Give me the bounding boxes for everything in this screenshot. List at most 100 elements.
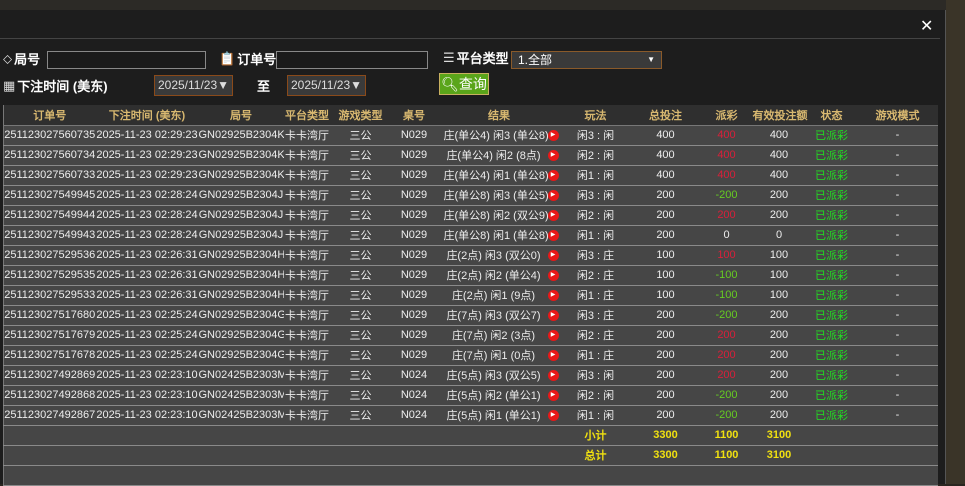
play-replay-icon[interactable]: ▶: [547, 189, 559, 201]
cell-bet-time: 2025-11-23 02:28:24: [95, 185, 199, 206]
cell-order-no: 251123027529536: [3, 245, 96, 266]
cell-order-no: 251123027517679: [3, 325, 96, 346]
platform-select[interactable]: 1.全部 ▼: [511, 51, 662, 69]
cell-total-bet: 200: [630, 185, 701, 206]
cell-bet-time: 2025-11-23 02:26:31: [95, 265, 199, 286]
list-icon: ☰: [443, 49, 455, 65]
cell-game-mode: -: [857, 345, 938, 366]
cell-round-no: GN02925B2304H: [198, 285, 284, 306]
background-game: [946, 0, 965, 484]
table-row: 251123027549943 2025-11-23 02:28:24 GN0292…: [3, 225, 938, 246]
cell-payout: 200: [700, 345, 753, 366]
cell-game-mode: -: [857, 185, 938, 206]
play-replay-icon[interactable]: ▶: [547, 369, 559, 381]
cell-result: 庄(单公8) 闲2 (双公9) ▶: [437, 205, 561, 226]
cell-bet-type: 闲1 : 庄: [560, 285, 631, 306]
empty-cell: [198, 425, 284, 446]
cell-total-bet: 200: [630, 325, 701, 346]
cell-result: 庄(5点) 闲1 (单公1) ▶: [437, 405, 561, 426]
cell-status: 已派彩: [805, 185, 858, 206]
order-input[interactable]: [276, 51, 428, 69]
cell-platform: 卡卡湾厅: [283, 165, 331, 186]
cell-table-no: N029: [390, 285, 438, 306]
cell-payout: 0: [700, 225, 753, 246]
cell-round-no: GN02925B2304K: [198, 145, 284, 166]
result-text: 庄(7点) 闲1 (0点): [451, 350, 536, 362]
cell-table-no: N029: [390, 305, 438, 326]
play-replay-icon[interactable]: ▶: [547, 249, 559, 261]
play-replay-icon[interactable]: ▶: [547, 329, 559, 341]
close-icon[interactable]: ✕: [920, 16, 933, 36]
cell-valid-bet: 100: [752, 285, 806, 306]
cell-platform: 卡卡湾厅: [283, 205, 331, 226]
play-replay-icon[interactable]: ▶: [547, 229, 559, 241]
table-row: 251123027529536 2025-11-23 02:26:31 GN0292…: [3, 245, 938, 266]
empty-cell: [630, 465, 701, 486]
cell-total-bet: 400: [630, 125, 701, 146]
play-replay-icon[interactable]: ▶: [547, 209, 559, 221]
empty-cell: [330, 425, 391, 446]
platform-label-text: 平台类型: [456, 51, 509, 66]
cell-game-type: 三公: [330, 385, 391, 406]
empty-cell: [95, 445, 199, 466]
play-replay-icon[interactable]: ▶: [547, 389, 559, 401]
header-valid-bet: 有效投注额: [752, 105, 808, 126]
cell-payout: -100: [700, 265, 753, 286]
cell-order-no: 251123027549944: [3, 205, 96, 226]
round-input[interactable]: [47, 51, 206, 69]
cell-round-no: GN02925B2304G: [198, 305, 284, 326]
date-to-picker[interactable]: 2025/11/23▼: [287, 75, 366, 96]
table-row: 251123027560734 2025-11-23 02:29:23 GN0292…: [3, 145, 938, 166]
play-replay-icon[interactable]: ▶: [547, 129, 559, 141]
header-order-no: 订单号: [3, 105, 96, 126]
header-bet-type: 玩法: [560, 105, 631, 126]
play-replay-icon[interactable]: ▶: [547, 349, 559, 361]
cell-valid-bet: 100: [752, 245, 806, 266]
cell-round-no: GN02925B2304H: [198, 245, 284, 266]
cell-bet-type: 闲3 : 闲: [560, 185, 631, 206]
cell-payout: 400: [700, 165, 753, 186]
empty-cell: [3, 425, 96, 446]
cell-total-bet: 200: [630, 365, 701, 386]
play-replay-icon[interactable]: ▶: [547, 149, 559, 161]
empty-cell: [752, 465, 806, 486]
cell-table-no: N029: [390, 345, 438, 366]
play-replay-icon[interactable]: ▶: [547, 289, 559, 301]
result-text: 庄(单公8) 闲3 (单公5): [443, 190, 549, 202]
cell-bet-time: 2025-11-23 02:23:10: [95, 365, 199, 386]
cell-order-no: 251123027492869: [3, 365, 96, 386]
play-replay-icon[interactable]: ▶: [547, 269, 559, 281]
cell-table-no: N024: [390, 365, 438, 386]
date-from-picker[interactable]: 2025/11/23▼: [154, 75, 233, 96]
cell-game-mode: -: [857, 145, 938, 166]
cell-status: 已派彩: [805, 205, 858, 226]
cell-platform: 卡卡湾厅: [283, 225, 331, 246]
order-label-text: 订单号: [237, 52, 277, 67]
cell-order-no: 251123027560735: [3, 125, 96, 146]
play-replay-icon[interactable]: ▶: [547, 409, 559, 421]
subtotal-payout: 1100: [700, 425, 753, 446]
cell-status: 已派彩: [805, 265, 858, 286]
cell-valid-bet: 200: [752, 365, 806, 386]
cell-game-mode: -: [857, 225, 938, 246]
header-round-no: 局号: [198, 105, 284, 126]
play-replay-icon[interactable]: ▶: [547, 169, 559, 181]
empty-cell: [330, 445, 391, 466]
empty-cell: [390, 465, 438, 486]
cell-game-type: 三公: [330, 265, 391, 286]
cell-table-no: N024: [390, 385, 438, 406]
query-button[interactable]: 🔍︎查询: [439, 73, 489, 95]
cell-table-no: N029: [390, 225, 438, 246]
cell-bet-time: 2025-11-23 02:26:31: [95, 285, 199, 306]
cell-platform: 卡卡湾厅: [283, 405, 331, 426]
result-text: 庄(7点) 闲2 (3点): [451, 330, 536, 342]
cell-round-no: GN02925B2304K: [198, 125, 284, 146]
table-row: 251123027529533 2025-11-23 02:26:31 GN0292…: [3, 285, 938, 306]
query-label: 查询: [458, 76, 487, 92]
cell-valid-bet: 200: [752, 325, 806, 346]
cell-result: 庄(7点) 闲2 (3点) ▶: [437, 325, 561, 346]
cell-bet-type: 闲1 : 闲: [560, 225, 631, 246]
cell-platform: 卡卡湾厅: [283, 305, 331, 326]
play-replay-icon[interactable]: ▶: [547, 309, 559, 321]
cell-valid-bet: 200: [752, 185, 806, 206]
